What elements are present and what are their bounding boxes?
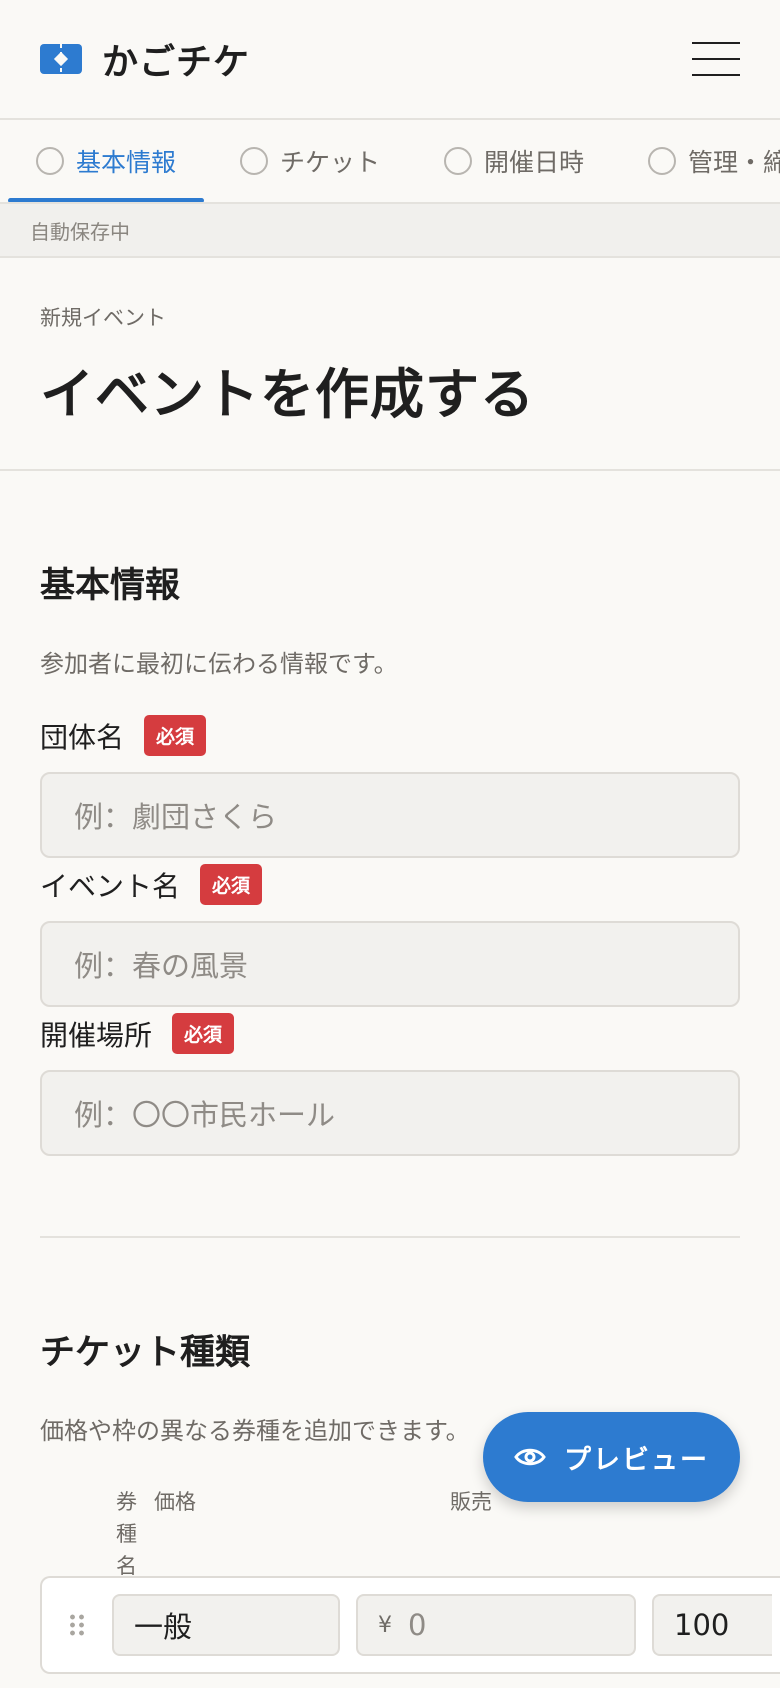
tab-label: 開催日時 (484, 148, 585, 177)
field-label-row: 開催場所 必須 (40, 1013, 740, 1054)
price-placeholder: 0 (408, 1608, 427, 1642)
section-description: 参加者に最初に伝わる情報です。 (40, 650, 398, 678)
required-badge: 必須 (172, 1013, 235, 1054)
step-status-circle-icon (648, 147, 677, 175)
tab-tickets[interactable]: チケット (204, 120, 408, 202)
column-header-price: 価格 (154, 1490, 196, 1514)
required-badge: 必須 (200, 864, 263, 905)
step-tabs: 基本情報 チケット 開催日時 管理・締切 (0, 120, 780, 204)
menu-line (692, 74, 740, 76)
currency-symbol: ¥ (378, 1612, 392, 1638)
ticket-name-value: 一般 (134, 1610, 193, 1644)
ticket-icon (40, 44, 82, 74)
step-status-circle-icon (444, 147, 473, 175)
organization-input[interactable]: 例：劇団さくら (40, 772, 740, 858)
ticket-name-input[interactable]: 一般 (112, 1594, 340, 1656)
preview-label: プレビュー (564, 1444, 709, 1476)
preview-button[interactable]: プレビュー (483, 1412, 740, 1502)
menu-line (692, 58, 740, 60)
column-header-name: 券種名 (116, 1490, 137, 1578)
table-row: 一般 ¥ 0 100 (40, 1576, 780, 1674)
tickets-section: チケット種類 価格や枠の異なる券種を追加できます。 券種名 価格 販売 (0, 1238, 780, 1582)
field-label-row: イベント名 必須 (40, 864, 740, 905)
venue-label: 開催場所 (40, 1018, 153, 1052)
tab-schedule[interactable]: 開催日時 (408, 120, 612, 202)
step-status-circle-icon (240, 147, 269, 175)
field-label-row: 団体名 必須 (40, 715, 740, 756)
hamburger-menu-icon[interactable] (692, 40, 740, 78)
app-header: かごチケ (0, 0, 780, 120)
input-placeholder: 例：〇〇市民ホール (74, 1098, 336, 1132)
basic-info-section: 基本情報 参加者に最初に伝わる情報です。 団体名 必須 例：劇団さくら イベント… (0, 471, 780, 1156)
tab-label: 管理・締切 (688, 148, 780, 177)
column-header-sales: 販売 (450, 1490, 492, 1514)
tab-label: チケット (280, 148, 381, 177)
ticket-quantity-input[interactable]: 100 (652, 1594, 772, 1656)
tab-management[interactable]: 管理・締切 (612, 120, 780, 202)
input-placeholder: 例：劇団さくら (74, 800, 278, 834)
brand-name: かごチケ (102, 42, 251, 83)
drag-handle-icon[interactable] (68, 1613, 86, 1637)
step-status-circle-icon (36, 147, 64, 175)
ticket-price-input[interactable]: ¥ 0 (356, 1594, 636, 1656)
ticket-quantity-value: 100 (674, 1608, 730, 1642)
organization-label: 団体名 (40, 720, 125, 754)
autosave-status: 自動保存中 (0, 204, 780, 258)
tab-basic-info[interactable]: 基本情報 (0, 120, 205, 202)
required-badge: 必須 (144, 715, 207, 756)
eye-icon (514, 1448, 546, 1466)
page-eyebrow: 新規イベント (40, 306, 166, 330)
menu-line (692, 42, 740, 44)
tab-label: 基本情報 (76, 148, 177, 177)
section-title: チケット種類 (40, 1333, 251, 1373)
input-placeholder: 例：春の風景 (74, 949, 249, 983)
page-header: 新規イベント イベントを作成する (0, 258, 780, 471)
brand[interactable]: かごチケ (40, 33, 250, 85)
event-name-input[interactable]: 例：春の風景 (40, 921, 740, 1007)
section-title: 基本情報 (40, 566, 181, 606)
page-title: イベントを作成する (40, 363, 535, 426)
event-name-label: イベント名 (40, 869, 181, 903)
venue-input[interactable]: 例：〇〇市民ホール (40, 1070, 740, 1156)
